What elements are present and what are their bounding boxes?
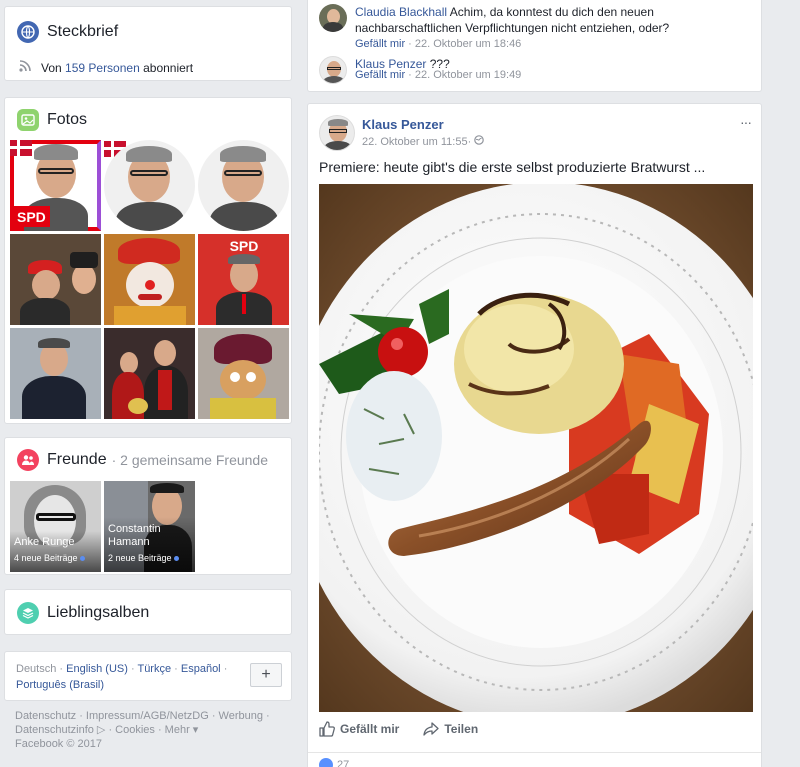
like-button-label: Gefällt mir [340,722,400,736]
friend-posts: 2 neue Beiträge [108,553,172,563]
photos-icon [17,109,39,131]
thumbs-up-icon [319,721,335,737]
freunde-card: Freunde · 2 gemeinsame Freunde Anke Rung… [4,437,292,575]
friends-icon [17,449,39,471]
photo-thumbnail[interactable] [10,328,101,419]
globe-audience-icon[interactable] [474,135,485,148]
comment-author[interactable]: Claudia Blackhall [355,5,447,19]
friend-name: Constantin Hamann [108,523,161,548]
photo-thumbnail[interactable] [104,328,195,419]
comment-like-link[interactable]: Gefällt mir [355,69,405,81]
online-dot-icon [174,556,180,561]
share-button-label: Teilen [444,722,479,736]
subscribed-suffix: abonniert [139,60,194,75]
photo-thumbnail[interactable] [104,234,195,325]
like-reaction-icon[interactable] [319,758,333,767]
avatar[interactable] [319,4,347,32]
albums-icon [17,602,39,624]
subscribers-link[interactable]: 159 Personen [65,61,140,75]
post-card: Klaus Penzer 22. Oktober um 11:55 · ··· … [307,103,762,767]
language-card: Deutsch · English (US) · Türkçe · Españo… [4,651,292,701]
photo-thumbnail[interactable] [198,328,289,419]
language-option[interactable]: Português (Brasil) [16,679,104,691]
photo-thumbnail[interactable] [10,234,101,325]
subscribed-prefix: Von [41,60,66,75]
copyright: Facebook © 2017 [15,738,102,750]
comment-like-link[interactable]: Gefällt mir [355,38,405,50]
friend-tile[interactable]: Anke Runge 4 neue Beiträge [10,481,101,572]
steckbrief-card: Steckbrief Von 159 Personen abonniert [4,6,292,81]
post-author[interactable]: Klaus Penzer [362,117,444,132]
fotos-title: Fotos [47,111,88,128]
post-text: Premiere: heute gibt's die erste selbst … [319,159,706,175]
lieblingsalben-card: Lieblingsalben [4,589,292,635]
rss-icon [19,60,31,75]
fotos-card: Fotos SPD SPD [4,97,292,424]
language-option[interactable]: English (US) [66,663,128,675]
photo-thumbnail[interactable] [104,140,195,231]
lieblingsalben-title[interactable]: Lieblingsalben [47,604,149,622]
like-button[interactable]: Gefällt mir [319,721,399,737]
share-icon [423,722,440,736]
photo-thumbnail[interactable]: SPD [10,140,101,231]
friend-tile[interactable]: Constantin Hamann 2 neue Beiträge [104,481,195,572]
freunde-title[interactable]: Freunde [47,451,107,469]
post-options-button[interactable]: ··· [740,114,752,130]
comment-time[interactable]: 22. Oktober um 19:49 [415,69,521,81]
reaction-count[interactable]: 27 [337,759,349,767]
photo-thumbnail[interactable] [198,140,289,231]
post-author-avatar[interactable] [319,115,355,151]
globe-icon [17,21,39,43]
photo-thumbnail[interactable]: SPD [198,234,289,325]
footer-line[interactable]: Datenschutzinfo ▷ · Cookies · Mehr ▾ [15,723,270,737]
footer-line[interactable]: Datenschutz · Impressum/AGB/NetzDG · Wer… [15,709,270,723]
spd-label: SPD [14,206,50,227]
share-button[interactable]: Teilen [423,722,478,736]
language-option[interactable]: Türkçe [137,663,171,675]
tzatziki [346,371,442,501]
footer-links: Datenschutz · Impressum/AGB/NetzDG · Wer… [15,709,270,751]
friend-name: Anke Runge [14,536,75,548]
friend-posts: 4 neue Beiträge [14,553,78,563]
mashed-potatoes [454,292,624,434]
language-option[interactable]: Español [181,663,221,675]
online-dot-icon [80,556,86,561]
mutual-friends-count: · 2 gemeinsame Freunde [111,452,269,468]
post-photo[interactable] [319,184,753,712]
avatar[interactable] [319,56,347,84]
language-current: Deutsch [16,663,57,675]
post-time[interactable]: 22. Oktober um 11:55 [362,136,468,148]
add-language-button[interactable]: + [250,663,282,687]
steckbrief-title: Steckbrief [47,23,119,40]
comment-time[interactable]: 22. Oktober um 18:46 [415,38,521,50]
comments-card: Claudia Blackhall Achim, da konntest du … [307,0,762,92]
